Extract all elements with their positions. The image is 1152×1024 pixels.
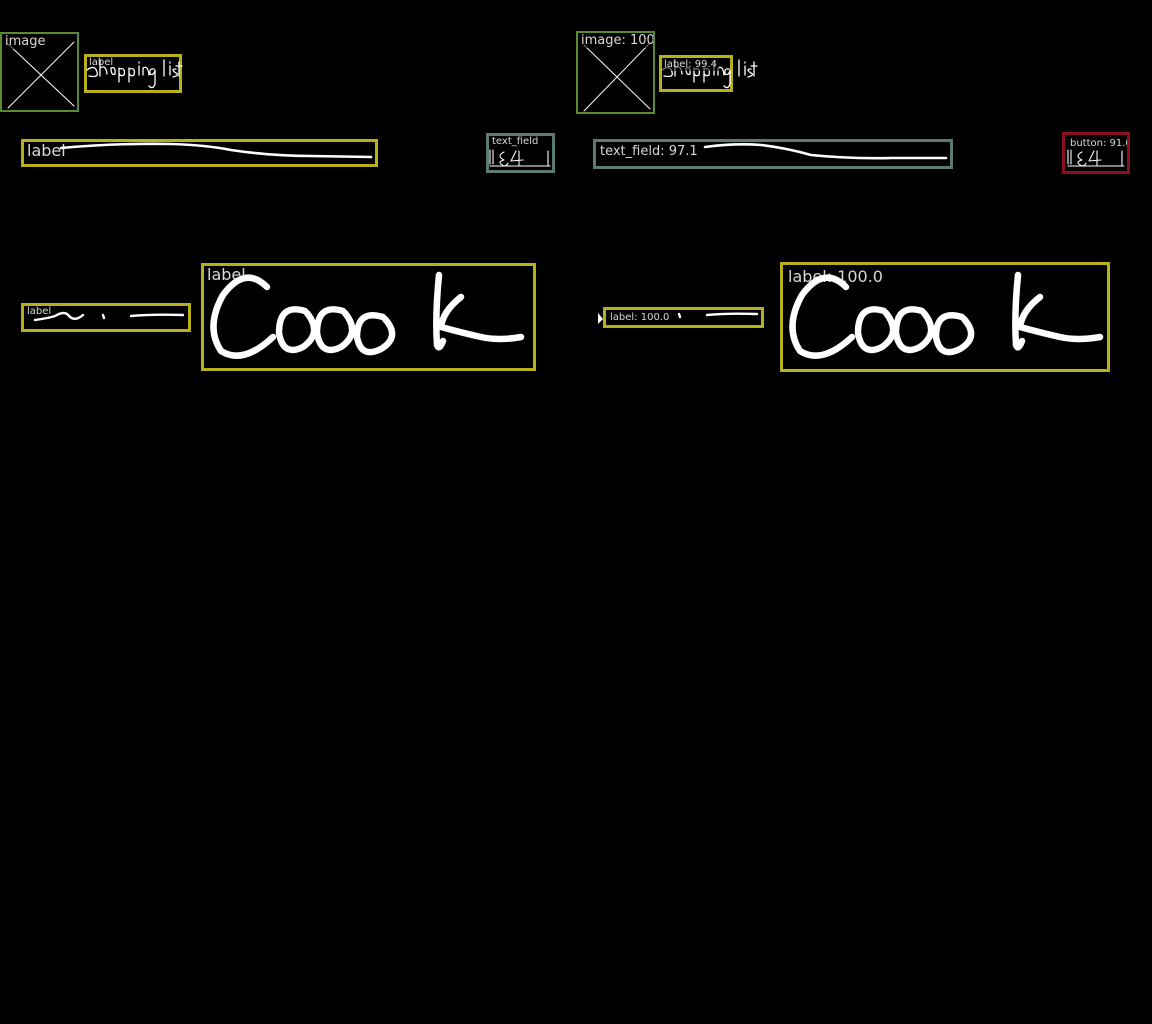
label-shopping-tag: label: 99.4	[662, 59, 719, 71]
image-placeholder: image	[0, 32, 79, 112]
image-placeholder: image: 100.0	[576, 31, 655, 114]
label-dots-tag: label: 100.0	[608, 312, 672, 324]
image-tag: image: 100.0	[579, 33, 653, 48]
mouse-cursor-icon	[598, 313, 603, 324]
label-line-tag: label	[25, 141, 68, 160]
right-prediction-panel: image: 100.0 label: 99.4 text_field: 97.…	[576, 0, 1152, 1024]
label-long-line: label	[21, 139, 378, 167]
label-dots: label: 100.0	[603, 307, 764, 328]
label-cook-tag: label	[205, 265, 248, 284]
image-tag: image	[3, 34, 48, 49]
button-1-e4[interactable]: button: 91.0	[1062, 132, 1130, 174]
left-annotation-panel: image label label text_field label label	[0, 0, 576, 1024]
label-dots: label	[21, 303, 191, 332]
label-dots-tag: label	[25, 306, 54, 318]
label-cook: label: 100.0	[780, 262, 1110, 372]
label-cook: label	[201, 263, 536, 371]
text-field-tag: text_field	[490, 136, 541, 148]
button-tag: button: 91.0	[1068, 138, 1127, 150]
text-field-tag: text_field: 97.1	[598, 144, 700, 159]
label-shopping-tag: label	[89, 57, 114, 68]
text-field[interactable]: text_field	[486, 133, 555, 173]
label-cook-tag: label: 100.0	[786, 267, 885, 286]
text-field[interactable]: text_field: 97.1	[593, 139, 953, 169]
